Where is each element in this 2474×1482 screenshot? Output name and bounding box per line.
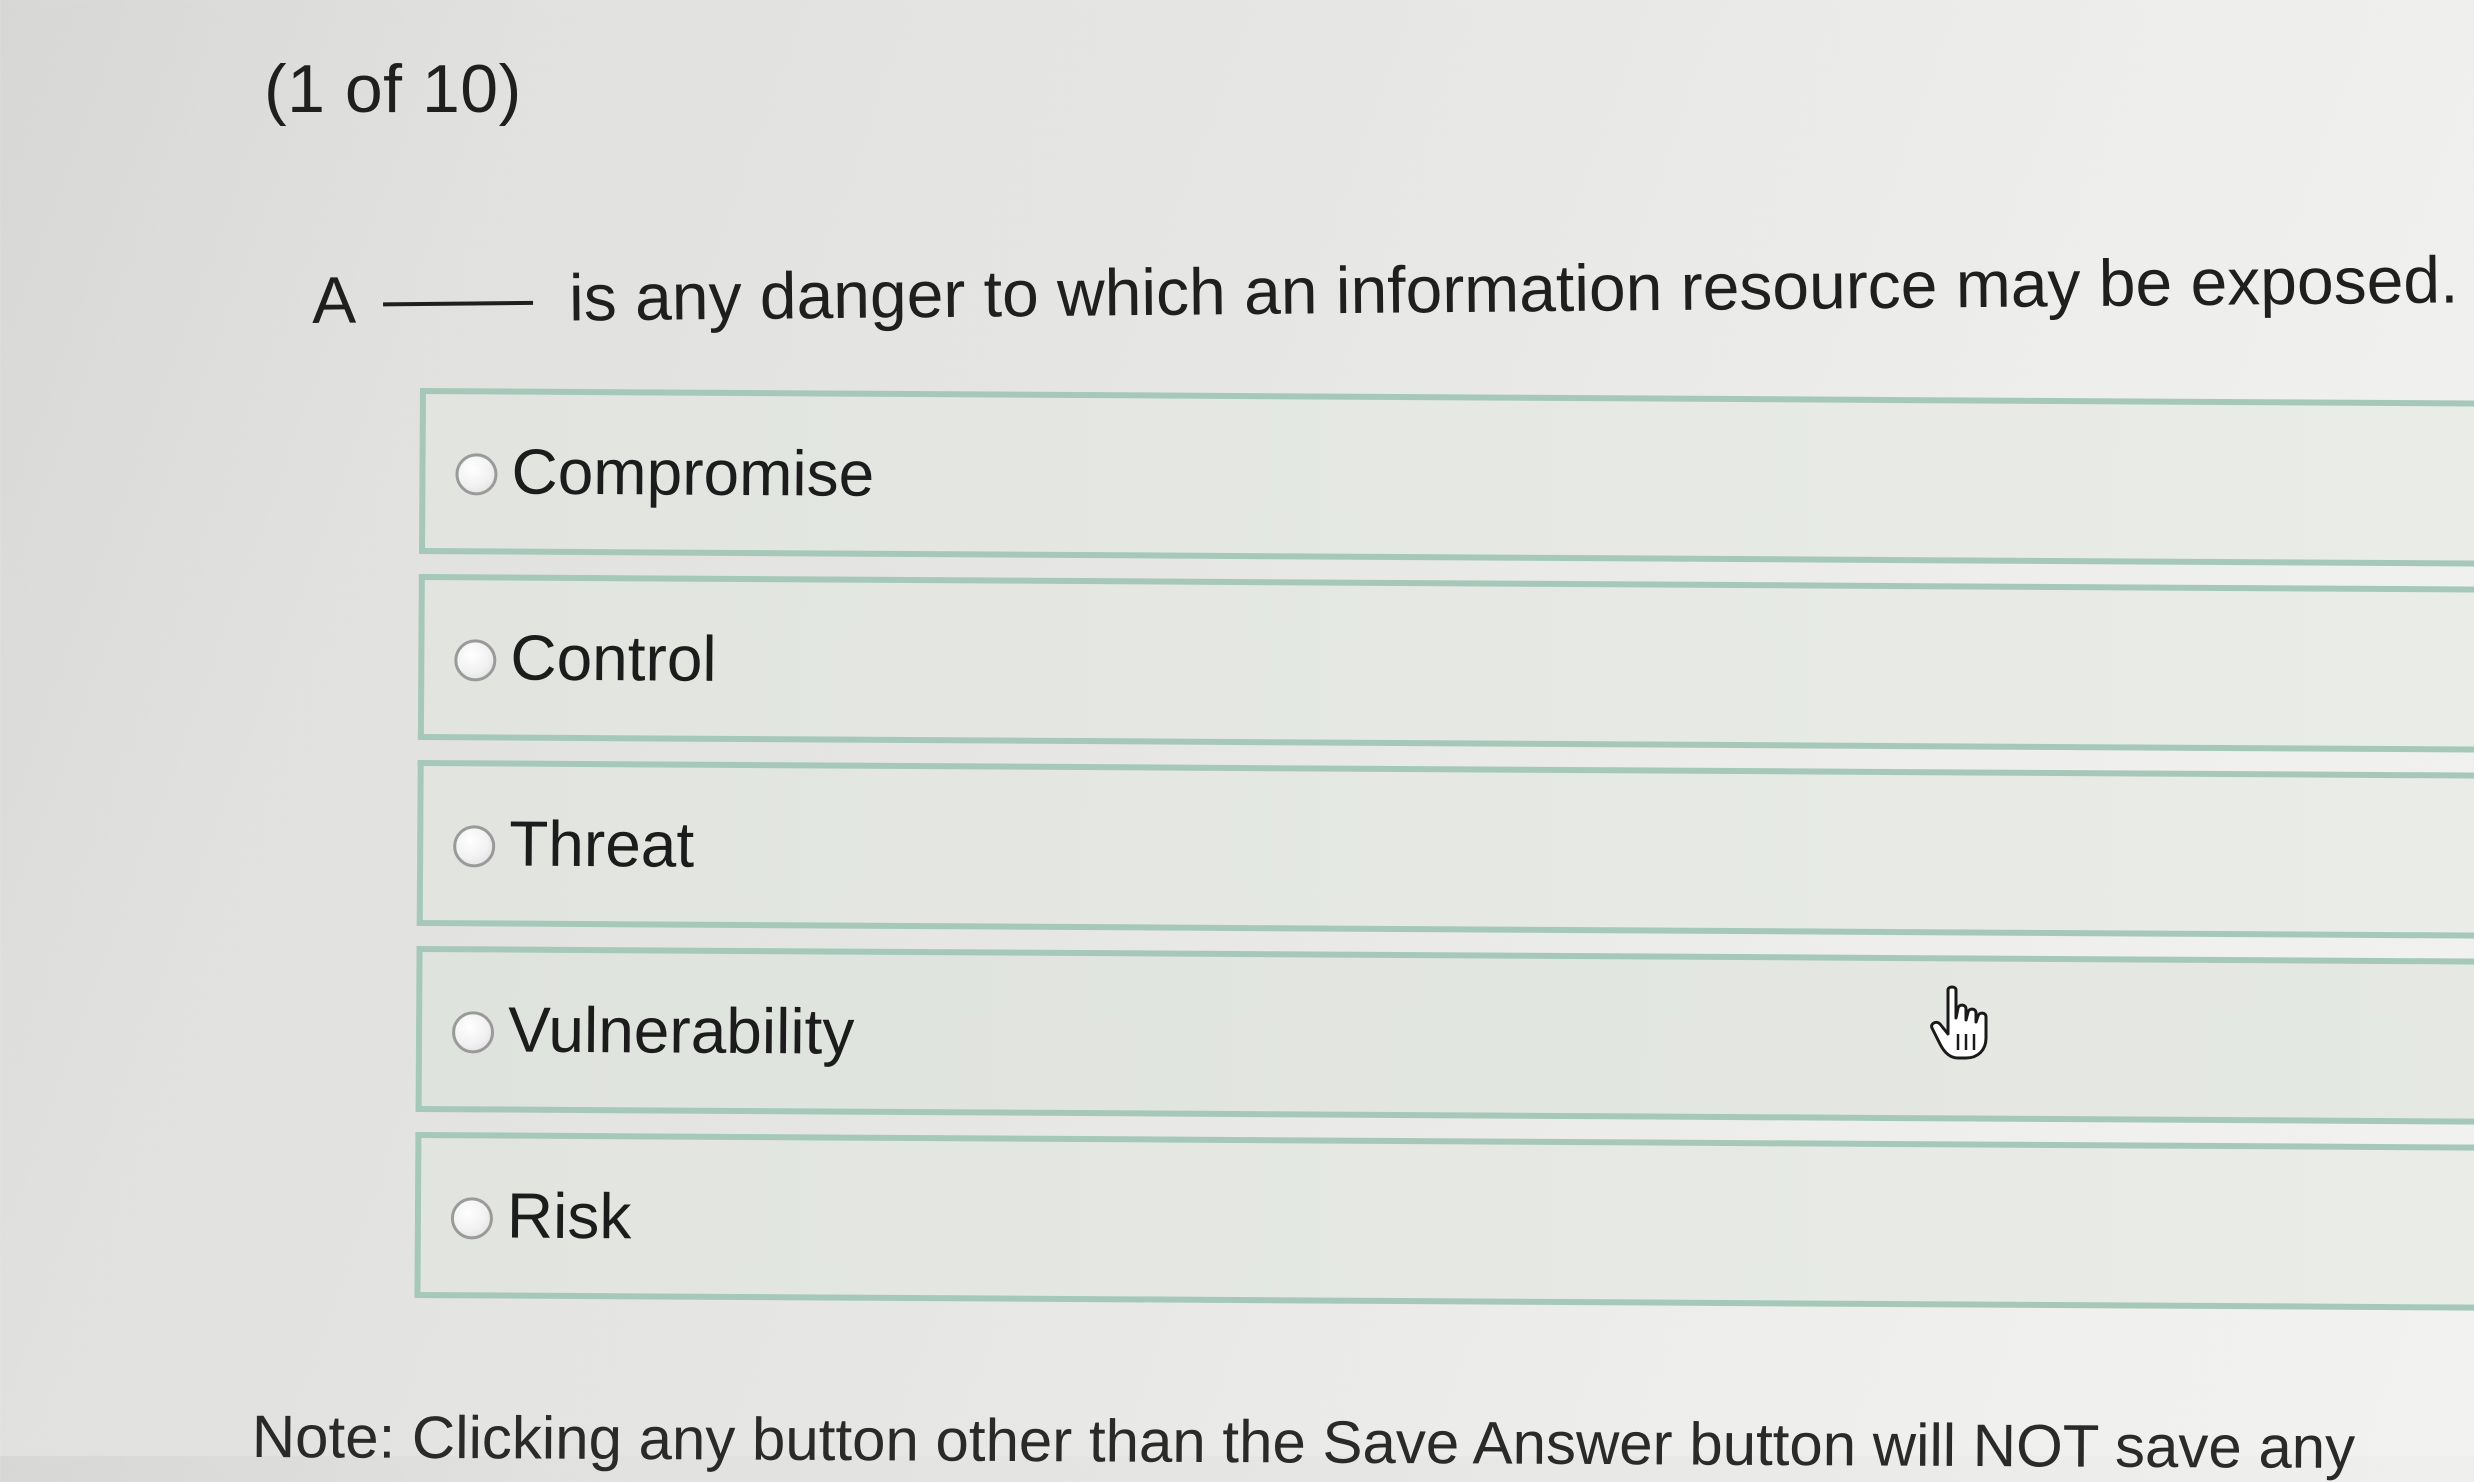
option-label: Risk [506, 1179, 632, 1253]
radio-button[interactable] [455, 453, 498, 496]
radio-button[interactable] [453, 825, 496, 868]
answer-blank [382, 299, 533, 306]
question-text: A is any danger to which an information … [311, 241, 2459, 338]
option-risk[interactable]: Risk [414, 1131, 2474, 1311]
option-label: Threat [508, 807, 695, 881]
option-label: Control [510, 621, 717, 695]
radio-button[interactable] [454, 639, 497, 682]
radio-button[interactable] [450, 1197, 494, 1240]
question-suffix: is any danger to which an information re… [568, 242, 2459, 335]
option-threat[interactable]: Threat [416, 759, 2474, 939]
answer-options: Compromise Control Threat Vulnerability … [414, 388, 2474, 1331]
save-note: Note: Clicking any button other than the… [251, 1403, 2356, 1482]
pointer-hand-icon [1930, 985, 1988, 1060]
question-prefix: A [311, 262, 353, 337]
option-control[interactable]: Control [417, 573, 2474, 753]
option-label: Vulnerability [507, 993, 855, 1068]
option-label: Compromise [511, 435, 875, 510]
option-vulnerability[interactable]: Vulnerability [415, 945, 2474, 1125]
radio-button[interactable] [451, 1011, 495, 1054]
question-counter: (1 of 10) [264, 51, 522, 127]
option-compromise[interactable]: Compromise [418, 388, 2474, 567]
